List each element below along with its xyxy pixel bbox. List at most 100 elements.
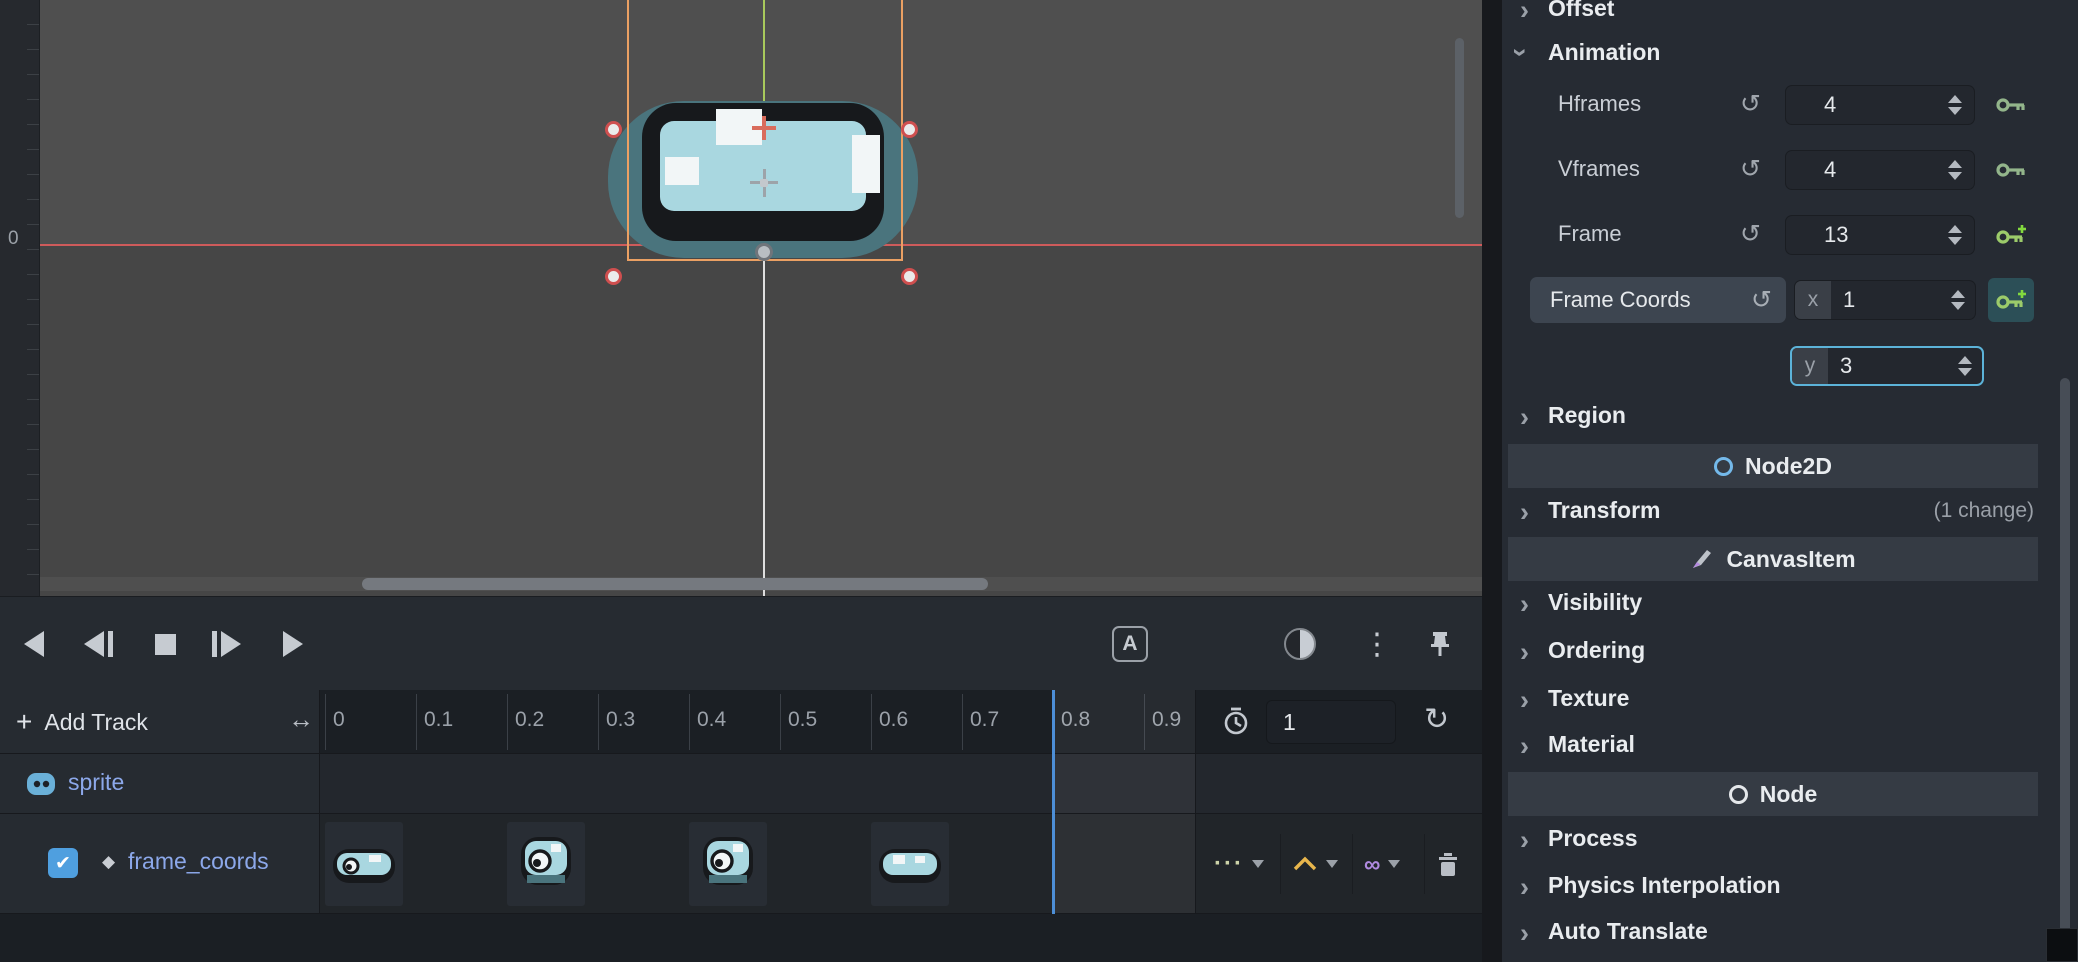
selection-handle-bottom-center[interactable]	[755, 243, 773, 261]
play-backwards-button[interactable]	[24, 597, 44, 691]
frame-spinbox[interactable]: 13	[1785, 215, 1975, 255]
loop-animation-icon[interactable]: ↻	[1424, 702, 1449, 737]
section-transform[interactable]: › Transform (1 change)	[1502, 489, 2078, 535]
category-node: Node	[1508, 772, 2038, 816]
snap-step-spinbox[interactable]	[1266, 700, 1396, 744]
section-region[interactable]: › Region	[1502, 394, 2078, 440]
track-loop-mode-dropdown[interactable]: ∞	[1364, 814, 1400, 914]
plus-icon: +	[16, 706, 32, 738]
pin-icon[interactable]	[1428, 597, 1452, 691]
spinner-arrows[interactable]	[1948, 225, 1962, 245]
add-track-button[interactable]: + Add Track	[16, 702, 148, 742]
section-material[interactable]: › Material	[1502, 723, 2078, 769]
chevron-right-icon: ›	[1520, 402, 1529, 433]
section-physics-interpolation[interactable]: › Physics Interpolation	[1502, 864, 2078, 910]
selection-handle-mid-left[interactable]	[605, 121, 622, 138]
track-enabled-checkbox[interactable]: ✔	[48, 848, 78, 878]
track-name-sprite[interactable]: sprite	[68, 769, 124, 796]
track-interpolation-dropdown[interactable]	[1292, 814, 1338, 914]
chevron-down-icon	[1252, 860, 1264, 868]
move-gizmo-icon[interactable]	[750, 169, 778, 197]
key-insert-icon[interactable]	[1988, 88, 2034, 122]
spinner-arrows[interactable]	[1948, 160, 1962, 180]
ruler-tick-label: 0.3	[606, 708, 635, 732]
category-node2d: Node2D	[1508, 444, 2038, 488]
track-row-sprite[interactable]: sprite	[0, 754, 1482, 814]
snap-step-input[interactable]	[1267, 709, 1347, 736]
category-canvasitem: CanvasItem	[1508, 537, 2038, 581]
play-button[interactable]	[283, 597, 303, 691]
delete-track-button[interactable]	[1436, 814, 1460, 914]
frame-coords-y-spinbox[interactable]: y 3	[1790, 346, 1984, 386]
timeline-header[interactable]: 0 0.1 0.2 0.3 0.4 0.5 0.6 0.7 0.8 0.9 + …	[0, 690, 1482, 754]
chevron-right-icon: ›	[1520, 589, 1529, 620]
inspector-scrollbar[interactable]	[2060, 378, 2070, 952]
spinner-arrows[interactable]	[1948, 95, 1962, 115]
track-name-frame-coords[interactable]: frame_coords	[128, 848, 269, 875]
timeline-playhead[interactable]	[1052, 690, 1055, 914]
track-row-frame-coords[interactable]: ✔ ◆ frame_coords ···	[0, 814, 1482, 914]
vertical-scrollbar[interactable]	[1455, 38, 1464, 218]
y-component-label: y	[1792, 346, 1828, 386]
vframes-spinbox[interactable]: 4	[1785, 150, 1975, 190]
keyframe-thumbnail-1[interactable]	[507, 822, 585, 906]
revert-icon[interactable]: ↺	[1740, 154, 1761, 184]
ruler-origin-label: 0	[8, 228, 19, 250]
frame-coords-label-pill[interactable]: Frame Coords ↺	[1530, 277, 1786, 323]
revert-icon[interactable]: ↺	[1751, 285, 1786, 315]
selection-handle-bottom-right[interactable]	[901, 268, 918, 285]
ruler-tick-label: 0.2	[515, 708, 544, 732]
horizontal-scrollbar[interactable]	[362, 578, 988, 590]
chevron-down-icon	[1388, 860, 1400, 868]
chevron-right-icon: ›	[1520, 497, 1529, 528]
chevron-right-icon: ›	[1520, 685, 1529, 716]
changes-badge: (1 change)	[1934, 499, 2034, 523]
key-insert-plus-icon[interactable]	[1988, 218, 2034, 252]
section-process[interactable]: › Process	[1502, 817, 2078, 863]
2d-viewport-canvas[interactable]: 0	[0, 0, 1482, 596]
section-offset[interactable]: › Offset	[1502, 0, 2078, 33]
viewport-background-lower	[0, 245, 1482, 596]
spinner-arrows[interactable]	[1951, 290, 1965, 310]
kebab-menu-icon[interactable]: ⋮	[1362, 597, 1392, 691]
pan-timeline-icon[interactable]: ↔	[288, 704, 314, 735]
pivot-cross-icon[interactable]	[752, 116, 776, 140]
play-backwards-from-end-button[interactable]	[84, 597, 113, 691]
interpolation-wedge-icon	[1292, 856, 1318, 872]
keyframe-thumbnail-2[interactable]	[689, 822, 767, 906]
track-update-mode-dropdown[interactable]: ···	[1214, 814, 1264, 914]
ruler-tick-label: 0.4	[697, 708, 726, 732]
onion-skinning-icon[interactable]	[1284, 597, 1316, 691]
property-row-frame: Frame ↺ 13	[1502, 212, 2078, 258]
section-ordering[interactable]: › Ordering	[1502, 629, 2078, 675]
section-visibility[interactable]: › Visibility	[1502, 581, 2078, 627]
ruler-tick-marks	[27, 0, 39, 596]
revert-icon[interactable]: ↺	[1740, 89, 1761, 119]
node-icon	[1729, 785, 1748, 804]
chevron-right-icon: ›	[1520, 731, 1529, 762]
keyframe-thumbnail-3[interactable]	[871, 822, 949, 906]
key-insert-icon[interactable]	[1988, 153, 2034, 187]
section-texture[interactable]: › Texture	[1502, 677, 2078, 723]
section-auto-translate[interactable]: › Auto Translate	[1502, 910, 2078, 956]
animation-timeline: 0 0.1 0.2 0.3 0.4 0.5 0.6 0.7 0.8 0.9 + …	[0, 690, 1482, 962]
key-insert-plus-icon[interactable]	[1988, 278, 2034, 322]
animation-toolbar: Animation walkDown A Edit ⋮	[0, 596, 1482, 690]
hframes-spinbox[interactable]: 4	[1785, 85, 1975, 125]
beyond-animation-end-region	[1053, 690, 1195, 914]
selection-handle-mid-right[interactable]	[901, 121, 918, 138]
property-row-frame-coords: Frame Coords ↺ x 1	[1502, 277, 2078, 323]
section-animation[interactable]: › Animation	[1502, 31, 2078, 77]
stop-button[interactable]	[155, 597, 176, 691]
spinner-arrows[interactable]	[1958, 356, 1972, 376]
revert-icon[interactable]: ↺	[1740, 219, 1761, 249]
chevron-down-icon	[1326, 860, 1338, 868]
keyframe-thumbnail-0[interactable]	[325, 822, 403, 906]
selection-handle-bottom-left[interactable]	[605, 268, 622, 285]
play-from-start-button[interactable]	[212, 597, 241, 691]
autoplay-on-load-icon[interactable]: A	[1112, 597, 1148, 691]
frame-coords-x-spinbox[interactable]: x 1	[1794, 280, 1976, 320]
snap-clock-icon[interactable]	[1222, 706, 1250, 741]
chevron-right-icon: ›	[1520, 872, 1529, 903]
chevron-right-icon: ›	[1520, 0, 1529, 26]
